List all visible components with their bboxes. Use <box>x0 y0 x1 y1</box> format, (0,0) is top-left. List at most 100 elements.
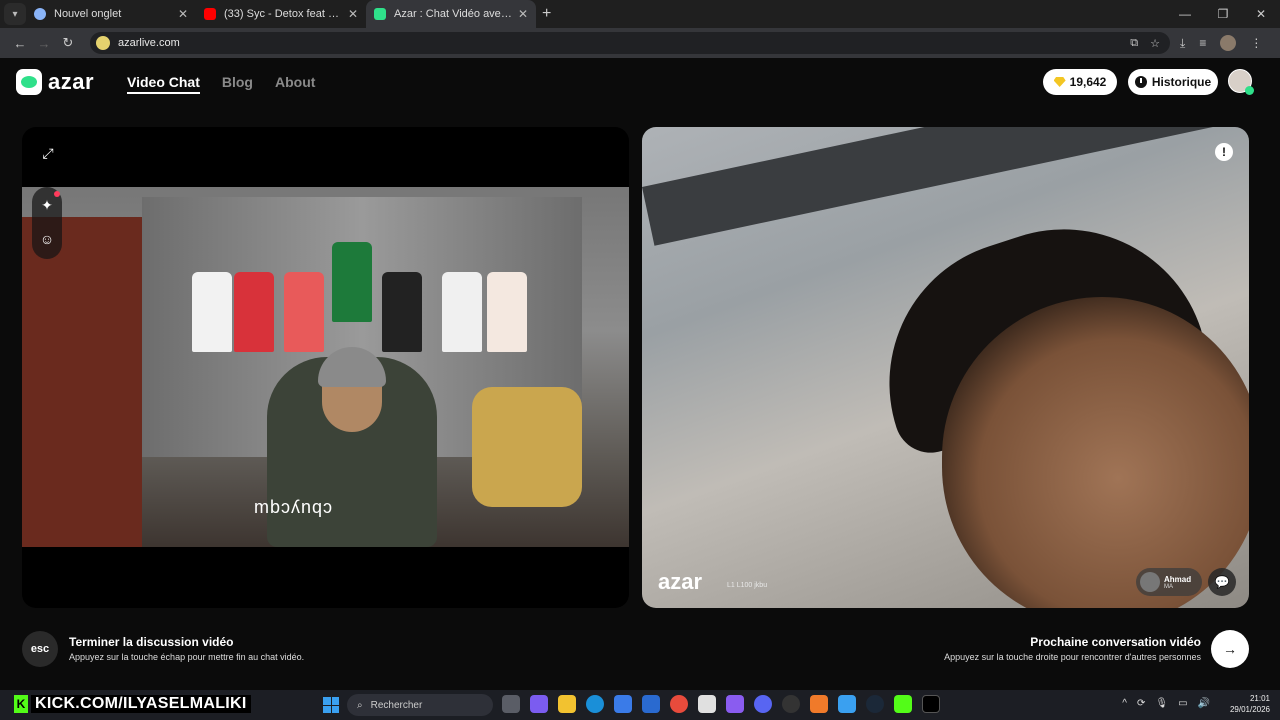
jersey <box>332 242 372 322</box>
tab-azar[interactable]: Azar : Chat Vidéo avec de n ✕ <box>366 0 536 28</box>
clock-date: 29/01/2026 <box>1229 705 1270 714</box>
azar-logo-icon <box>16 69 42 95</box>
restore-icon[interactable]: ❐ <box>1204 0 1242 28</box>
store-icon[interactable] <box>614 695 632 713</box>
kick-logo-icon: K <box>14 695 28 713</box>
file-explorer-icon[interactable] <box>558 695 576 713</box>
network-icon[interactable]: ▭ <box>1178 698 1187 709</box>
azar-watermark: azar <box>658 569 703 594</box>
sync-icon[interactable]: ⟳ <box>1137 698 1145 709</box>
online-badge <box>1245 86 1254 95</box>
nav-blog[interactable]: Blog <box>222 74 253 94</box>
obs-icon[interactable] <box>782 695 800 713</box>
chat-bubble-icon[interactable]: 💬 <box>1208 568 1236 596</box>
discord-icon[interactable] <box>754 695 772 713</box>
site-info-icon[interactable] <box>96 36 110 50</box>
kick-app-icon[interactable] <box>894 695 912 713</box>
download-icon[interactable]: ⤓ <box>1180 36 1185 51</box>
face-filter-icon[interactable]: ☺ <box>33 225 61 253</box>
next-chat-button[interactable]: → <box>1211 630 1249 668</box>
address-bar-row: ← → ↻ azarlive.com ⧉ ☆ ⤓ ≡ ⋮ <box>0 28 1280 58</box>
reading-list-icon[interactable]: ≡ <box>1199 36 1206 50</box>
expand-icon[interactable]: ⤢ <box>34 139 62 167</box>
copilot-icon[interactable] <box>530 695 548 713</box>
report-icon[interactable]: ! <box>1215 143 1233 161</box>
cast-icon[interactable]: ⧉ <box>1130 37 1138 50</box>
mail-icon[interactable] <box>642 695 660 713</box>
url-field[interactable]: azarlive.com ⧉ ☆ <box>90 32 1170 54</box>
edge-icon[interactable] <box>586 695 604 713</box>
tab-youtube[interactable]: (33) Syc - Detox feat @Alterego ✕ <box>196 0 366 28</box>
door <box>22 217 142 547</box>
peer-country: MA <box>1164 583 1173 590</box>
game-icon[interactable] <box>726 695 744 713</box>
remote-video-panel: ! azar L1 L100 jkbu Ahmad MA 💬 <box>642 127 1249 608</box>
app-a-icon[interactable] <box>810 695 828 713</box>
remote-face <box>942 297 1249 608</box>
next-chat-hint: Appuyez sur la touche droite pour rencon… <box>944 652 1201 662</box>
url-text: azarlive.com <box>118 37 180 49</box>
steam-icon[interactable] <box>866 695 884 713</box>
task-view-icon[interactable] <box>502 695 520 713</box>
gems-count: 19,642 <box>1069 75 1107 89</box>
tab-new-tab[interactable]: Nouvel onglet ✕ <box>26 0 196 28</box>
peer-avatar <box>1140 572 1160 592</box>
profile-avatar[interactable] <box>1220 35 1237 51</box>
close-window-icon[interactable]: ✕ <box>1242 0 1280 28</box>
new-tab-button[interactable]: + <box>542 5 551 23</box>
armchair <box>472 387 582 507</box>
effects-toolbar: ✦ ☺ <box>32 187 62 259</box>
local-video-feed: mbɔʎnqɔ <box>22 187 629 547</box>
tab-close-icon[interactable]: ✕ <box>518 7 528 21</box>
forward-icon[interactable]: → <box>32 36 56 51</box>
gem-icon <box>1053 77 1066 87</box>
jersey <box>487 272 527 352</box>
azar-logo[interactable]: azar <box>16 69 94 95</box>
chrome-icon[interactable] <box>670 695 688 713</box>
browser-tab-bar: ▾ Nouvel onglet ✕ (33) Syc - Detox feat … <box>0 0 1280 28</box>
next-chat-title: Prochaine conversation vidéo <box>1030 635 1201 649</box>
reload-icon[interactable]: ↻ <box>56 35 80 51</box>
bookmark-star-icon[interactable]: ☆ <box>1150 37 1160 50</box>
clock-icon <box>1134 76 1147 88</box>
gems-balance-button[interactable]: 19,642 <box>1043 69 1117 95</box>
azar-id-text: L1 L100 jkbu <box>727 582 768 589</box>
window-controls: — ❐ ✕ <box>1166 0 1280 28</box>
jersey <box>234 272 274 352</box>
nav-video-chat[interactable]: Video Chat <box>127 74 200 94</box>
tab-search-button[interactable]: ▾ <box>4 3 26 25</box>
taskbar-apps <box>502 695 940 713</box>
tray-chevron-icon[interactable]: ^ <box>1122 698 1127 709</box>
taskbar-clock[interactable]: 21:01 29/01/2026 <box>1230 693 1270 715</box>
tab-close-icon[interactable]: ✕ <box>348 7 358 21</box>
jersey <box>192 272 232 352</box>
back-icon[interactable]: ← <box>8 36 32 51</box>
peer-info-tag[interactable]: Ahmad MA <box>1136 568 1202 596</box>
local-watermark: mbɔʎnqɔ <box>254 497 334 517</box>
menu-icon[interactable]: ⋮ <box>1250 36 1262 50</box>
search-placeholder: Rechercher <box>370 699 423 711</box>
end-chat-button[interactable]: esc <box>22 631 58 667</box>
mic-icon[interactable]: 🎙 <box>1155 698 1168 709</box>
capcut-icon[interactable] <box>922 695 940 713</box>
snipping-icon[interactable] <box>698 695 716 713</box>
magic-wand-icon[interactable]: ✦ <box>33 191 61 219</box>
local-video-panel: mbɔʎnqɔ ⤢ ✦ ☺ <box>22 127 629 608</box>
volume-icon[interactable]: 🔊 <box>1198 698 1210 709</box>
tab-title: Nouvel onglet <box>54 8 122 20</box>
history-button[interactable]: Historique <box>1128 69 1218 95</box>
azar-app: azar Video Chat Blog About 19,642 Histor… <box>0 58 1280 690</box>
kick-overlay-text: KICK.COM/ILYASELMALIKI <box>31 695 251 713</box>
user-avatar[interactable] <box>1228 69 1254 95</box>
windows-start-icon[interactable] <box>323 697 339 713</box>
minimize-icon[interactable]: — <box>1166 0 1204 28</box>
tab-close-icon[interactable]: ✕ <box>178 7 188 21</box>
history-label: Historique <box>1151 75 1212 89</box>
photos-icon[interactable] <box>838 695 856 713</box>
youtube-icon <box>204 8 216 20</box>
kick-overlay: K KICK.COM/ILYASELMALIKI <box>14 693 251 715</box>
taskbar-search[interactable]: ⌕ Rechercher <box>347 694 493 716</box>
peer-name: Ahmad <box>1164 574 1192 584</box>
end-chat-title: Terminer la discussion vidéo <box>69 635 234 649</box>
nav-about[interactable]: About <box>275 74 315 94</box>
